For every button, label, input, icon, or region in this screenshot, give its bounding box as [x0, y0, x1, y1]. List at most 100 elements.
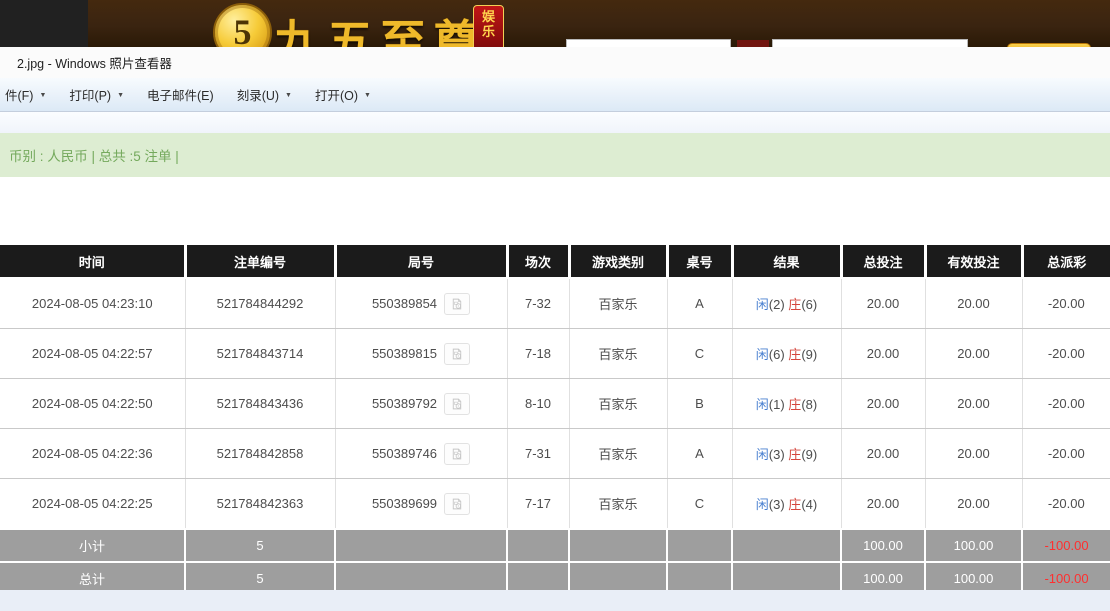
cell-round-no: 550389746 — [335, 428, 508, 479]
cell-payout: -20.00 — [1022, 428, 1110, 479]
result-player-points: (3) — [768, 447, 789, 462]
result-banker-label: 庄 — [788, 397, 802, 412]
cell-round-no: 550389699 — [335, 478, 508, 530]
col-header-time: 时间 — [0, 245, 187, 279]
banner-left-black-panel — [0, 0, 88, 47]
cell-session: 7-32 — [507, 278, 570, 329]
media-file-icon — [452, 298, 462, 309]
brand-title: 九五至尊 — [274, 17, 486, 47]
cell-total-bet[interactable]: 20.00 — [841, 328, 926, 379]
window-title: 2.jpg - Windows 照片查看器 — [17, 57, 172, 71]
cell-result: 闲(3) 庄(4) — [732, 478, 842, 530]
result-player-label: 闲 — [755, 347, 769, 362]
badge-char-2: 乐 — [481, 24, 495, 39]
summary-empty-session — [507, 528, 570, 562]
cell-result: 闲(2) 庄(6) — [732, 278, 842, 329]
cell-time: 2024-08-05 04:23:10 — [0, 278, 186, 329]
summary-row: 小计 5 100.00 100.00 -100.00 — [0, 528, 1110, 562]
replay-media-button[interactable] — [444, 442, 471, 465]
cell-total-bet[interactable]: 20.00 — [841, 278, 926, 329]
summary-total-bet: 100.00 — [841, 528, 926, 562]
titlebar: 2.jpg - Windows 照片查看器 — [0, 47, 1110, 78]
result-banker-points: (9) — [801, 447, 818, 462]
round-no-text: 550389746 — [371, 446, 438, 461]
cell-total-bet[interactable]: 20.00 — [841, 428, 926, 479]
cell-table-no: C — [667, 478, 733, 530]
result-banker-label: 庄 — [788, 447, 802, 462]
round-no-text: 550389699 — [371, 496, 438, 511]
menu-item-label: 刻录(U) — [236, 89, 280, 103]
chevron-down-icon: ▼ — [117, 92, 125, 99]
menu-item-email[interactable]: 电子邮件(E) — [138, 81, 223, 108]
clipped-red-button[interactable] — [737, 40, 769, 47]
cell-game-type: 百家乐 — [569, 278, 668, 329]
result-banker-points: (9) — [801, 347, 818, 362]
round-no-wrap: 550389815 — [337, 342, 506, 365]
round-no-wrap: 550389699 — [337, 492, 506, 515]
chevron-down-icon: ▼ — [285, 92, 292, 99]
replay-media-button[interactable] — [444, 342, 471, 365]
chevron-down-icon: ▼ — [364, 92, 371, 99]
cell-total-bet[interactable]: 20.00 — [841, 478, 926, 530]
result-banker-points: (6) — [801, 297, 818, 312]
cell-result: 闲(3) 庄(9) — [732, 428, 842, 479]
menu-item-print[interactable]: 打印(P) ▼ — [60, 81, 133, 108]
cell-bet-no: 521784842363 — [185, 478, 336, 530]
col-header-table-no: 桌号 — [667, 245, 734, 279]
round-no-wrap: 550389792 — [337, 392, 506, 415]
info-bar: 币别 : 人民币 | 总共 :5 注单 | — [0, 133, 1110, 177]
photo-content: 币别 : 人民币 | 总共 :5 注单 | 时间 注单编号 局号 场次 游戏类别 桌号 结果… — [0, 133, 1110, 594]
cell-game-type: 百家乐 — [569, 478, 668, 530]
cell-payout: -20.00 — [1022, 328, 1110, 379]
menu-item-file[interactable]: 件(F) ▼ — [0, 81, 55, 108]
badge-char-1: 娱 — [481, 9, 495, 24]
round-no-text: 550389815 — [371, 346, 438, 361]
cell-table-no: A — [667, 428, 733, 479]
clipped-login-input-1[interactable] — [566, 39, 731, 47]
col-header-result: 结果 — [732, 245, 843, 279]
result-player-label: 闲 — [755, 297, 769, 312]
cell-round-no: 550389854 — [335, 278, 508, 329]
cell-valid-bet: 20.00 — [925, 328, 1023, 379]
result-player-points: (3) — [768, 497, 789, 512]
col-header-payout: 总派彩 — [1022, 245, 1110, 279]
cell-payout: -20.00 — [1022, 378, 1110, 429]
result-player-points: (2) — [768, 297, 789, 312]
cell-total-bet[interactable]: 20.00 — [841, 378, 926, 429]
col-header-total-bet: 总投注 — [841, 245, 927, 279]
replay-media-button[interactable] — [444, 492, 471, 515]
result-player-label: 闲 — [755, 397, 769, 412]
cell-session: 7-17 — [507, 478, 570, 530]
replay-media-button[interactable] — [444, 292, 471, 315]
cell-session: 7-31 — [507, 428, 570, 479]
table-header-row: 时间 注单编号 局号 场次 游戏类别 桌号 结果 总投注 有效投注 总派彩 — [0, 245, 1110, 279]
cell-game-type: 百家乐 — [569, 328, 668, 379]
cell-valid-bet: 20.00 — [925, 428, 1023, 479]
chevron-down-icon: ▼ — [39, 92, 47, 99]
cell-valid-bet: 20.00 — [925, 478, 1023, 530]
cell-result: 闲(1) 庄(8) — [732, 378, 842, 429]
cell-bet-no: 521784843436 — [185, 378, 336, 429]
bet-row: 2024-08-05 04:22:57 521784843714 550389815… — [0, 328, 1110, 379]
cell-valid-bet: 20.00 — [925, 278, 1023, 329]
cell-time: 2024-08-05 04:22:50 — [0, 378, 186, 429]
clipped-login-input-2[interactable] — [772, 39, 968, 47]
bet-row: 2024-08-05 04:22:25 521784842363 550389699… — [0, 478, 1110, 530]
result-player-label: 闲 — [755, 497, 769, 512]
entertainment-badge: 娱乐 — [473, 5, 504, 47]
cell-session: 8-10 — [507, 378, 570, 429]
result-player-points: (6) — [768, 347, 789, 362]
menu-item-label: 打印(P) — [69, 89, 112, 103]
viewer-background-bottom — [0, 590, 1110, 611]
result-player-label: 闲 — [755, 447, 769, 462]
menu-item-open[interactable]: 打开(O) ▼ — [306, 81, 380, 108]
bet-row: 2024-08-05 04:22:36 521784842858 550389746… — [0, 428, 1110, 479]
cell-bet-no: 521784844292 — [185, 278, 336, 329]
cell-game-type: 百家乐 — [569, 378, 668, 429]
media-file-icon — [452, 398, 462, 409]
menu-item-burn[interactable]: 刻录(U) ▼ — [228, 81, 301, 108]
cell-time: 2024-08-05 04:22:25 — [0, 478, 186, 530]
result-player-points: (1) — [768, 397, 789, 412]
replay-media-button[interactable] — [444, 392, 471, 415]
summary-empty-game-type — [569, 528, 668, 562]
